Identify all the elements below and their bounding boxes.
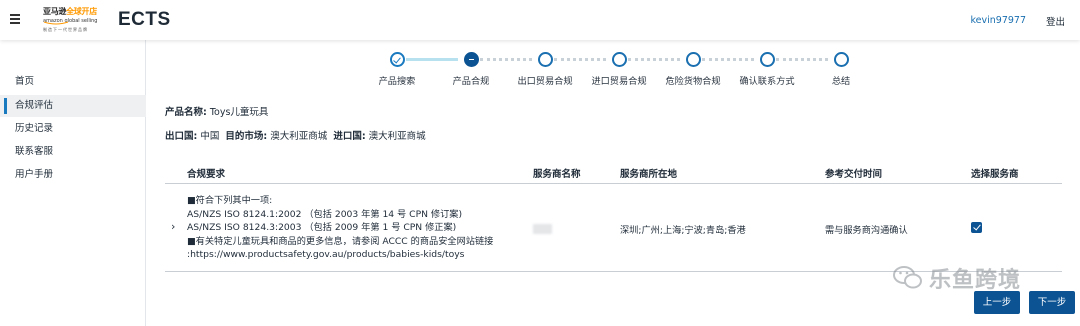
table-header: 合规要求 服务商名称 服务商所在地 参考交付时间 选择服务商	[165, 158, 1062, 184]
provider-name-redacted	[533, 224, 552, 234]
sidebar-item-home[interactable]: 首页	[0, 71, 146, 93]
sidebar-item-history[interactable]: 历史记录	[0, 118, 146, 140]
sidebar: 首页 合规评估 历史记录 联系客服 用户手册	[0, 40, 146, 326]
step-5-label: 危险货物合规	[665, 76, 721, 87]
step-connector	[628, 58, 680, 61]
hamburger-menu-icon[interactable]	[10, 14, 20, 24]
step-2-label: 产品合规	[452, 76, 490, 87]
step-3-circle-icon	[537, 52, 553, 67]
step-4-circle-icon	[611, 52, 627, 67]
expand-row-chevron-icon[interactable]: ›	[171, 220, 175, 233]
export-country-value: 中国	[200, 131, 220, 142]
sidebar-item-contact-support[interactable]: 联系客服	[0, 141, 146, 163]
username[interactable]: kevin97977	[970, 15, 1026, 26]
step-1-label: 产品搜索	[378, 76, 416, 87]
step-6-circle-icon	[759, 52, 775, 67]
step-6-label: 确认联系方式	[739, 76, 795, 87]
wechat-icon	[893, 266, 922, 289]
logout-button[interactable]: 登出	[1046, 14, 1065, 28]
step-connector	[406, 58, 458, 61]
product-name-value: Toys儿童玩具	[209, 107, 269, 118]
top-header: 亚马逊全球开店 amazon global selling 制造下一代世界品牌 …	[0, 0, 1080, 40]
progress-stepper: 产品搜索 产品合规 出口贸易合规 进口贸易合规 危险货物合规 确认联系方式 总结	[360, 52, 880, 92]
table-row: › ■符合下列其中一项: AS/NZS ISO 8124.1:2002 （包括 …	[165, 184, 1062, 272]
requirement-line: AS/NZS ISO 8124.1:2002 （包括 2003 年第 14 号 …	[187, 208, 463, 220]
step-1-check-icon	[389, 52, 405, 67]
step-2-current-icon	[463, 52, 479, 67]
column-header-delivery-time: 参考交付时间	[825, 169, 883, 180]
requirement-link[interactable]: :https://www.productsafety.gov.au/produc…	[187, 248, 493, 262]
step-connector	[776, 58, 828, 61]
export-country-label: 出口国:	[165, 131, 198, 142]
step-connector	[554, 58, 606, 61]
previous-step-button[interactable]: 上一步	[974, 291, 1020, 314]
import-country-value: 澳大利亚商城	[368, 131, 426, 142]
next-step-button[interactable]: 下一步	[1029, 291, 1075, 314]
delivery-time-cell: 需与服务商沟通确认	[825, 225, 908, 236]
requirement-line: ■符合下列其中一项:	[187, 195, 273, 206]
select-provider-checkbox[interactable]	[971, 222, 982, 233]
step-connector	[702, 58, 754, 61]
trade-route-row: 出口国: 中国 目的市场: 澳大利亚商城 进口国: 澳大利亚商城	[165, 128, 426, 142]
requirement-line: AS/NZS ISO 8124.3:2003 （包括 2009 年第 1 号 C…	[187, 222, 457, 234]
sidebar-item-user-manual[interactable]: 用户手册	[0, 164, 146, 186]
step-connector	[480, 58, 532, 61]
amazon-global-selling-logo[interactable]: 亚马逊全球开店 amazon global selling 制造下一代世界品牌	[43, 6, 105, 34]
sidebar-item-compliance-assessment[interactable]: 合规评估	[0, 95, 146, 117]
step-7-label: 总结	[831, 76, 851, 87]
product-name-label: 产品名称:	[165, 107, 207, 118]
provider-location-cell: 深圳;广州;上海;宁波;青岛;香港	[620, 225, 746, 236]
target-market-value: 澳大利亚商城	[270, 131, 328, 142]
import-country-label: 进口国:	[333, 131, 366, 142]
column-header-provider-name: 服务商名称	[533, 169, 581, 180]
step-7-circle-icon	[833, 52, 849, 67]
product-name-row: 产品名称: Toys儿童玩具	[165, 104, 268, 118]
step-5-circle-icon	[685, 52, 701, 67]
requirement-cell: ■符合下列其中一项: AS/NZS ISO 8124.1:2002 （包括 20…	[187, 194, 493, 262]
step-3-label: 出口贸易合规	[517, 76, 573, 87]
column-header-provider-location: 服务商所在地	[620, 169, 678, 180]
requirement-line: ■有关特定儿童玩具和商品的更多信息，请参阅 ACCC 的商品安全网站链接	[187, 235, 494, 247]
watermark: 乐鱼跨境	[893, 262, 1021, 294]
step-4-label: 进口贸易合规	[591, 76, 647, 87]
app-title: ECTS	[118, 9, 171, 30]
target-market-label: 目的市场:	[225, 131, 268, 142]
column-header-requirement: 合规要求	[187, 169, 226, 180]
column-header-select-provider: 选择服务商	[971, 169, 1019, 180]
